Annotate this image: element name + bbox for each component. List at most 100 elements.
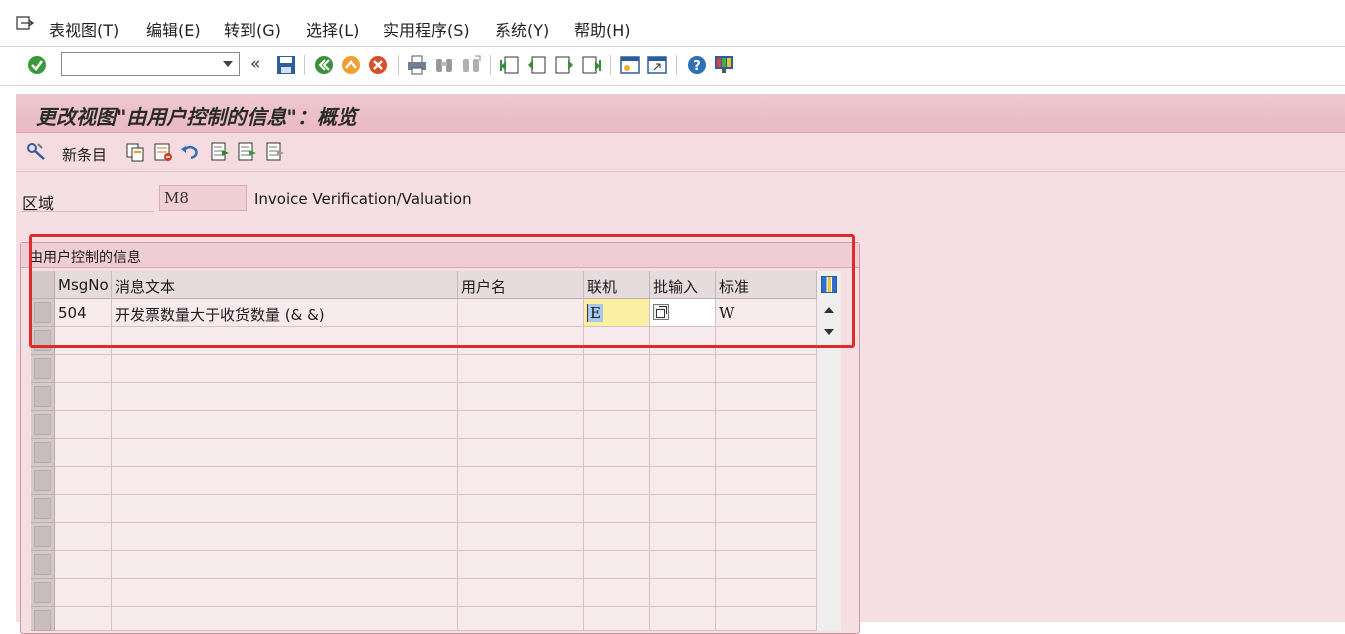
new-session-icon[interactable] (619, 54, 641, 76)
row-selector-button[interactable] (34, 414, 51, 435)
row-selector[interactable] (31, 551, 55, 579)
row-selector[interactable] (31, 411, 55, 439)
online-value[interactable]: E (587, 304, 603, 322)
row-selector-button[interactable] (34, 582, 51, 603)
empty-cell[interactable] (112, 355, 458, 383)
value-help-icon[interactable] (653, 304, 669, 320)
empty-cell[interactable] (458, 355, 584, 383)
empty-cell[interactable] (55, 439, 112, 467)
empty-cell[interactable] (458, 551, 584, 579)
empty-cell[interactable] (112, 439, 458, 467)
empty-cell[interactable] (112, 579, 458, 607)
empty-cell[interactable] (55, 467, 112, 495)
menu-edit[interactable]: 编辑(E) (146, 17, 201, 41)
empty-cell[interactable] (650, 467, 716, 495)
empty-cell[interactable] (55, 327, 112, 355)
table-cell-msgno[interactable]: 504 (55, 299, 112, 327)
print-icon[interactable] (406, 54, 428, 76)
empty-cell[interactable] (458, 383, 584, 411)
empty-cell[interactable] (650, 383, 716, 411)
collapse-icon[interactable]: « (250, 54, 272, 76)
empty-cell[interactable] (716, 467, 817, 495)
row-selector[interactable] (31, 439, 55, 467)
customize-layout-icon[interactable] (713, 54, 735, 76)
empty-cell[interactable] (458, 523, 584, 551)
empty-cell[interactable] (458, 411, 584, 439)
empty-cell[interactable] (716, 523, 817, 551)
empty-cell[interactable] (584, 355, 650, 383)
command-field[interactable] (61, 52, 240, 76)
row-selector[interactable] (31, 607, 55, 631)
empty-cell[interactable] (716, 579, 817, 607)
column-header-message-text[interactable]: 消息文本 (112, 271, 458, 299)
empty-cell[interactable] (716, 439, 817, 467)
deselect-all-icon[interactable] (264, 141, 286, 163)
row-selector-button[interactable] (34, 498, 51, 519)
row-selector[interactable] (31, 327, 55, 355)
menu-table-view[interactable]: 表视图(T) (49, 17, 119, 41)
row-selector[interactable] (31, 579, 55, 607)
empty-cell[interactable] (584, 467, 650, 495)
scroll-down-icon[interactable] (824, 329, 834, 335)
save-icon[interactable] (275, 54, 297, 76)
empty-cell[interactable] (584, 495, 650, 523)
select-all-rows-button[interactable] (31, 271, 55, 299)
select-block-icon[interactable] (236, 141, 258, 163)
column-header-msgno[interactable]: MsgNo (55, 271, 112, 299)
change-display-icon[interactable] (26, 141, 48, 163)
system-menu-icon[interactable] (16, 16, 34, 30)
row-selector-button[interactable] (34, 358, 51, 379)
empty-cell[interactable] (55, 411, 112, 439)
table-cell-user-name[interactable] (458, 299, 584, 327)
empty-cell[interactable] (650, 327, 716, 355)
undo-icon[interactable] (179, 141, 201, 163)
vertical-scrollbar[interactable] (817, 271, 841, 631)
row-selector-button[interactable] (34, 330, 51, 351)
row-selector-button[interactable] (34, 526, 51, 547)
next-page-icon[interactable] (553, 54, 575, 76)
empty-cell[interactable] (650, 411, 716, 439)
empty-cell[interactable] (112, 607, 458, 631)
empty-cell[interactable] (55, 523, 112, 551)
empty-cell[interactable] (55, 495, 112, 523)
shortcut-icon[interactable] (646, 54, 668, 76)
empty-cell[interactable] (55, 579, 112, 607)
empty-cell[interactable] (584, 439, 650, 467)
empty-cell[interactable] (716, 327, 817, 355)
copy-as-icon[interactable] (124, 141, 146, 163)
empty-cell[interactable] (458, 495, 584, 523)
empty-cell[interactable] (55, 551, 112, 579)
column-header-standard[interactable]: 标准 (716, 271, 817, 299)
empty-cell[interactable] (55, 607, 112, 631)
menu-selection[interactable]: 选择(L) (306, 17, 359, 41)
empty-cell[interactable] (650, 523, 716, 551)
find-icon[interactable] (433, 54, 455, 76)
scroll-up-icon[interactable] (824, 307, 834, 313)
delete-icon[interactable] (152, 141, 174, 163)
empty-cell[interactable] (584, 523, 650, 551)
empty-cell[interactable] (716, 607, 817, 631)
empty-cell[interactable] (112, 495, 458, 523)
row-selector[interactable] (31, 495, 55, 523)
column-header-online[interactable]: 联机 (584, 271, 650, 299)
menu-system[interactable]: 系统(Y) (495, 17, 549, 41)
empty-cell[interactable] (584, 579, 650, 607)
previous-page-icon[interactable] (526, 54, 548, 76)
row-selector[interactable] (31, 299, 55, 327)
row-selector-button[interactable] (34, 386, 51, 407)
empty-cell[interactable] (112, 411, 458, 439)
column-header-batch-input[interactable]: 批输入 (650, 271, 716, 299)
empty-cell[interactable] (112, 523, 458, 551)
empty-cell[interactable] (716, 411, 817, 439)
row-selector[interactable] (31, 383, 55, 411)
empty-cell[interactable] (584, 411, 650, 439)
empty-cell[interactable] (584, 607, 650, 631)
chevron-down-icon[interactable] (223, 61, 233, 67)
select-all-icon[interactable] (209, 141, 231, 163)
row-selector-button[interactable] (34, 610, 51, 631)
exit-icon[interactable] (340, 54, 362, 76)
empty-cell[interactable] (55, 383, 112, 411)
empty-cell[interactable] (458, 439, 584, 467)
empty-cell[interactable] (716, 355, 817, 383)
empty-cell[interactable] (716, 383, 817, 411)
